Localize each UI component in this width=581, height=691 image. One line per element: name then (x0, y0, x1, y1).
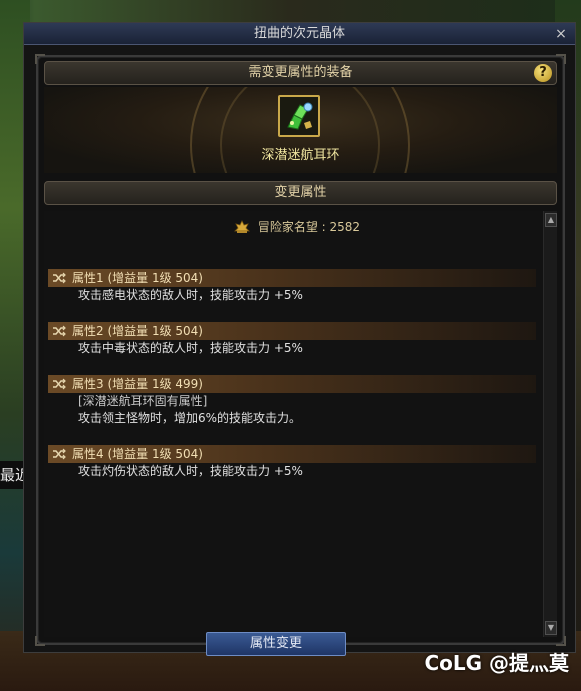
attribute-block-1: 属性1 (增益量 1级 504) 攻击感电状态的敌人时，技能攻击力 +5% (48, 269, 536, 304)
attribute-title: 属性3 (增益量 1级 499) (72, 377, 203, 391)
watermark-logo: CoLG @提灬莫 (424, 651, 569, 675)
attribute-description: 攻击灼伤状态的敌人时，技能攻击力 +5% (78, 464, 303, 478)
frame-corner (556, 636, 566, 646)
attribute-title: 属性1 (增益量 1级 504) (72, 271, 203, 285)
adventurer-fame: 冒险家名望 : 2582 (234, 219, 360, 235)
attribute-header[interactable]: 属性1 (增益量 1级 504) (48, 269, 536, 287)
attribute-description: 攻击中毒状态的敌人时，技能攻击力 +5% (78, 341, 303, 355)
equipment-section-title: 需变更属性的装备 (248, 65, 353, 80)
attribute-title: 属性4 (增益量 1级 504) (72, 447, 203, 461)
attribute-list: 冒险家名望 : 2582 属性1 (增益量 1级 504) 攻击感电状态的敌人时… (44, 211, 557, 637)
earring-item-slot[interactable] (278, 95, 320, 137)
equipment-section-header: 需变更属性的装备 ? (44, 61, 557, 85)
attribute-block-2: 属性2 (增益量 1级 504) 攻击中毒状态的敌人时，技能攻击力 +5% (48, 322, 536, 357)
attribute-block-4: 属性4 (增益量 1级 504) 攻击灼伤状态的敌人时，技能攻击力 +5% (48, 445, 536, 480)
scroll-down-icon[interactable]: ▼ (545, 621, 557, 635)
attribute-description: 攻击领主怪物时，增加6%的技能攻击力。 (78, 411, 302, 425)
attribute-title: 属性2 (增益量 1级 504) (72, 324, 203, 338)
attribute-header[interactable]: 属性2 (增益量 1级 504) (48, 322, 536, 340)
window-title: 扭曲的次元晶体 (253, 26, 345, 41)
attribute-description: 攻击感电状态的敌人时，技能攻击力 +5% (78, 288, 303, 302)
attribute-header[interactable]: 属性4 (增益量 1级 504) (48, 445, 536, 463)
shuffle-icon (53, 378, 66, 390)
fame-icon (234, 220, 250, 233)
attribute-scrollbar[interactable]: ▲ ▼ (543, 211, 557, 637)
change-section-header: 变更属性 (44, 181, 557, 205)
attribute-unique-note: [深潜迷航耳环固有属性] (78, 394, 208, 408)
frame-corner (35, 636, 45, 646)
frame-corner (556, 54, 566, 64)
scroll-up-icon[interactable]: ▲ (545, 213, 557, 227)
window-titlebar[interactable]: 扭曲的次元晶体 × (24, 23, 575, 45)
attribute-block-3: 属性3 (增益量 1级 499) [深潜迷航耳环固有属性] 攻击领主怪物时，增加… (48, 375, 536, 427)
equipment-item-name: 深潜迷航耳环 (261, 148, 340, 163)
shuffle-icon (53, 448, 66, 460)
change-section-title: 变更属性 (274, 185, 327, 200)
earring-item-icon (280, 97, 318, 135)
close-icon[interactable]: × (553, 23, 569, 45)
attribute-header[interactable]: 属性3 (增益量 1级 499) (48, 375, 536, 393)
main-panel: 需变更属性的装备 ? 深潜迷航耳环 变更属性 冒险家名望: 2582 属性1 … (35, 54, 566, 646)
shuffle-icon (53, 325, 66, 337)
equipment-display: 深潜迷航耳环 (44, 87, 557, 173)
help-icon[interactable]: ? (534, 64, 552, 82)
shuffle-icon (53, 272, 66, 284)
dimension-crystal-window: 扭曲的次元晶体 × 需变更属性的装备 ? 深潜迷航耳环 变更属性 冒险家名望:… (23, 22, 576, 653)
change-attribute-button[interactable]: 属性变更 (206, 632, 346, 656)
fame-label: 冒险家名望 : 2582 (257, 220, 361, 234)
